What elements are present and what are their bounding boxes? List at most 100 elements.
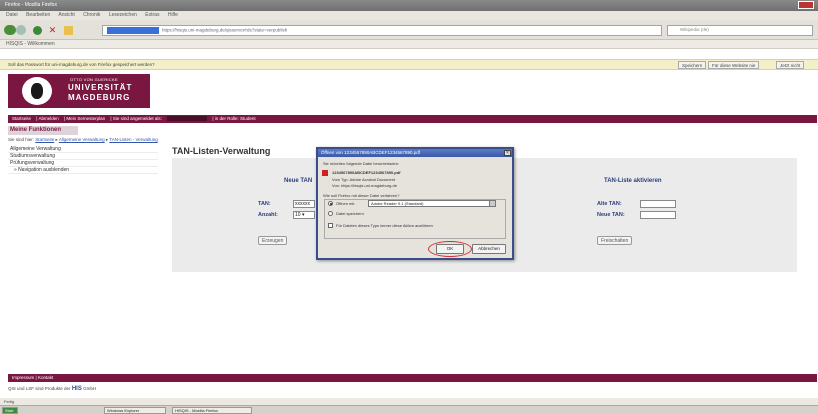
menu-hilfe[interactable]: Hilfe bbox=[168, 12, 178, 18]
nav-role: in der Rolle: Student bbox=[214, 116, 256, 121]
taskbar: Start Windows Explorer HISQIS - Mozilla … bbox=[0, 405, 818, 414]
nav-abmelden[interactable]: Abmelden bbox=[38, 116, 58, 121]
nav-startseite[interactable]: Startseite bbox=[12, 116, 31, 121]
menu-bearbeiten[interactable]: Bearbeiten bbox=[26, 12, 50, 18]
erzeugen-button[interactable]: Erzeugen bbox=[258, 236, 288, 245]
taskbar-explorer[interactable]: Windows Explorer bbox=[104, 407, 166, 414]
start-button[interactable]: Start bbox=[2, 407, 18, 414]
dialog-intro: Sie möchten folgende Datei herunterladen… bbox=[323, 161, 400, 166]
nav-logged-in-as: Sie sind angemeldet als: bbox=[112, 116, 162, 121]
notification-not-now-button[interactable]: Jetzt nicht bbox=[776, 61, 805, 69]
breadcrumb: Sie sind hier: Startseite ▸ Allgemeine V… bbox=[8, 137, 158, 142]
cancel-button[interactable]: Abbrechen bbox=[472, 244, 506, 254]
new-tan-heading: Neue TAN bbox=[284, 178, 313, 184]
pdf-icon bbox=[322, 170, 328, 176]
sidebar-item-studiumsverwaltung[interactable]: Studiumsverwaltung bbox=[8, 153, 158, 160]
dialog-title-text: Öffnen von 1234567890ABCDEF1234567890.pd… bbox=[321, 150, 420, 155]
new-tan-input[interactable] bbox=[640, 211, 676, 219]
bookmark-item[interactable]: HISQIS - Willkommen bbox=[6, 41, 55, 47]
site-identity-icon[interactable] bbox=[107, 27, 159, 34]
close-window-button[interactable] bbox=[798, 1, 814, 9]
menu-extras[interactable]: Extras bbox=[145, 12, 159, 18]
taskbar-firefox[interactable]: HISQIS - Mozilla Firefox bbox=[172, 407, 252, 414]
his-logo[interactable]: HIS bbox=[72, 386, 82, 392]
freischalten-button[interactable]: Freischalten bbox=[597, 236, 633, 245]
nav-semesterplan[interactable]: Mein Semesterplan bbox=[66, 116, 105, 121]
hide-navigation-label: Navigation ausblenden bbox=[18, 167, 70, 173]
ok-highlight-circle bbox=[428, 241, 472, 257]
breadcrumb-tan[interactable]: TAN-Listen - Verwaltung bbox=[109, 137, 157, 142]
remember-checkbox[interactable] bbox=[328, 223, 333, 228]
status-bar: Fertig bbox=[0, 398, 818, 405]
top-navigation: Startseite | Abmelden | Mein Semesterpla… bbox=[8, 115, 817, 123]
footer-text: QIS und LSF sind Produkte der HIS GmbH bbox=[8, 386, 96, 392]
close-icon[interactable]: × bbox=[504, 150, 511, 156]
notification-save-button[interactable]: Speichern bbox=[678, 61, 707, 69]
notification-never-button[interactable]: Für diese Website nie bbox=[708, 61, 760, 69]
sidebar-item-pruefungsverwaltung[interactable]: Prüfungsverwaltung bbox=[8, 160, 158, 167]
guericke-portrait-icon bbox=[22, 77, 52, 105]
footer-prefix: QIS und LSF sind Produkte der bbox=[8, 386, 71, 391]
chevron-down-icon[interactable] bbox=[489, 201, 495, 206]
sidebar-item-hide-navigation[interactable]: » Navigation ausblenden bbox=[8, 167, 158, 174]
navigation-toolbar: ✕ https://hisqis.uni-magdeburg.de/qisser… bbox=[0, 20, 818, 40]
tan-label: TAN: bbox=[258, 201, 271, 207]
url-bar[interactable]: https://hisqis.uni-magdeburg.de/qisserve… bbox=[102, 25, 662, 36]
footer-bar: Impressum | Kontakt bbox=[8, 374, 817, 382]
search-input[interactable]: Wikipedia (de) bbox=[667, 25, 813, 36]
save-file-radio[interactable] bbox=[328, 211, 333, 216]
dialog-filename: 1234567890ABCDEF1234567890.pdf bbox=[332, 170, 401, 175]
save-file-label: Datei speichern bbox=[336, 211, 364, 216]
open-with-radio[interactable] bbox=[328, 201, 333, 206]
footer-kontakt[interactable]: Kontakt bbox=[38, 375, 53, 380]
university-logo[interactable]: OTTO VON GUERICKE UNIVERSITÄT MAGDEBURG bbox=[8, 74, 150, 108]
logo-line-1: UNIVERSITÄT bbox=[68, 83, 133, 92]
functions-heading: Meine Funktionen bbox=[8, 126, 78, 135]
portrait-face bbox=[31, 83, 43, 99]
dialog-title: Öffnen von 1234567890ABCDEF1234567890.pd… bbox=[318, 149, 512, 157]
menu-bar: Datei Bearbeiten Ansicht Chronik Lesezei… bbox=[0, 11, 818, 20]
url-text: https://hisqis.uni-magdeburg.de/qisserve… bbox=[162, 27, 288, 33]
application-select[interactable]: Adobe Reader 9.1 (Standard) bbox=[368, 200, 496, 207]
back-icon[interactable] bbox=[4, 25, 16, 35]
notification-text: Soll das Passwort für uni-magdeburg.de v… bbox=[8, 62, 155, 67]
bookmarks-toolbar: HISQIS - Willkommen bbox=[0, 40, 818, 49]
home-icon[interactable] bbox=[64, 26, 73, 35]
password-notification-bar: Soll das Passwort für uni-magdeburg.de v… bbox=[0, 59, 818, 70]
redacted-username bbox=[167, 116, 208, 122]
open-with-label: Öffnen mit bbox=[336, 201, 355, 206]
breadcrumb-verwaltung[interactable]: Allgemeine Verwaltung bbox=[59, 137, 105, 142]
logo-small-text: OTTO VON GUERICKE bbox=[70, 77, 118, 82]
page-title: TAN-Listen-Verwaltung bbox=[172, 146, 271, 156]
breadcrumb-prefix: Sie sind hier: bbox=[8, 137, 35, 142]
footer-suffix: GmbH bbox=[83, 386, 97, 391]
new-tan-label: Neue TAN: bbox=[597, 212, 625, 218]
activate-tan-heading: TAN-Liste aktivieren bbox=[604, 178, 662, 184]
stop-icon[interactable]: ✕ bbox=[48, 26, 57, 35]
footer-impressum[interactable]: Impressum bbox=[12, 375, 34, 380]
dialog-type: Vom Typ: Adobe Acrobat Document bbox=[332, 177, 396, 182]
tan-input[interactable]: xxxxxx bbox=[293, 200, 315, 208]
menu-chronik[interactable]: Chronik bbox=[83, 12, 100, 18]
sidebar-item-allgemeine-verwaltung[interactable]: Allgemeine Verwaltung bbox=[8, 146, 158, 153]
old-tan-label: Alte TAN: bbox=[597, 201, 622, 207]
dialog-question: Wie soll Firefox mit dieser Datei verfah… bbox=[323, 193, 400, 198]
breadcrumb-startseite[interactable]: Startseite bbox=[35, 137, 54, 142]
logo-line-2: MAGDEBURG bbox=[68, 93, 131, 102]
dialog-from: Von: https://hisqis.uni-magdeburg.de bbox=[332, 183, 397, 188]
window-titlebar: Firefox - Mozilla Firefox bbox=[0, 0, 818, 11]
application-value: Adobe Reader 9.1 (Standard) bbox=[371, 201, 424, 206]
reload-icon[interactable] bbox=[33, 26, 42, 35]
anzahl-select[interactable]: 10 ▾ bbox=[293, 211, 315, 219]
window-title: Firefox - Mozilla Firefox bbox=[5, 2, 57, 8]
menu-lesezeichen[interactable]: Lesezeichen bbox=[109, 12, 137, 18]
sidebar: Allgemeine Verwaltung Studiumsverwaltung… bbox=[8, 146, 158, 174]
old-tan-input[interactable] bbox=[640, 200, 676, 208]
remember-label: Für Dateien dieses Typs immer diese Akti… bbox=[336, 223, 433, 228]
anzahl-value: 10 bbox=[295, 212, 301, 218]
menu-datei[interactable]: Datei bbox=[6, 12, 18, 18]
forward-icon[interactable] bbox=[16, 25, 26, 35]
anzahl-label: Anzahl: bbox=[258, 212, 278, 218]
menu-ansicht[interactable]: Ansicht bbox=[58, 12, 74, 18]
download-dialog: Öffnen von 1234567890ABCDEF1234567890.pd… bbox=[316, 147, 514, 260]
